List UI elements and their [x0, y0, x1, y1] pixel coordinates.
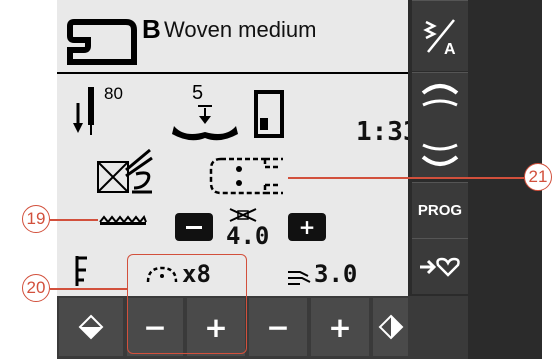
- stitch-length: 3.0: [314, 260, 358, 288]
- arrow-heart-icon: [420, 257, 460, 277]
- plus-icon: +: [298, 215, 316, 239]
- balance-icon: [98, 211, 148, 225]
- prog-button[interactable]: PROG: [412, 182, 468, 238]
- presser-foot-pressure-icon: [170, 104, 240, 142]
- callout-19: 19: [22, 205, 50, 233]
- width-minus-button[interactable]: [175, 213, 213, 241]
- highlight-box: [127, 254, 247, 354]
- header-divider: [57, 72, 409, 74]
- favorite-button[interactable]: [412, 238, 468, 294]
- tieoff-end-button[interactable]: [373, 298, 408, 356]
- alphabet-icon: A: [423, 19, 456, 56]
- fabric-label: Woven medium: [164, 17, 317, 42]
- callout-21: 21: [524, 163, 552, 191]
- cutter-off-icon: [96, 146, 158, 198]
- stitch-width-value: 4.0: [226, 222, 270, 250]
- length-plus-button[interactable]: +: [311, 298, 369, 356]
- svg-text:A: A: [444, 41, 456, 56]
- minus-icon: [186, 225, 202, 229]
- tieoff-start-button[interactable]: [59, 298, 123, 356]
- tieoff-end-icon: [378, 314, 403, 340]
- scroll-arrows-button[interactable]: [412, 72, 468, 177]
- stitch-width-icon: [228, 207, 258, 223]
- presser-foot-pressure: 5: [192, 82, 204, 104]
- callout-20-line: [50, 288, 128, 290]
- stitch-symbol-icon: [207, 153, 287, 199]
- needle-size: 80: [104, 84, 123, 103]
- length-minus-button[interactable]: −: [249, 298, 307, 356]
- prog-label: PROG: [417, 202, 463, 219]
- needle-icon: [72, 85, 104, 137]
- sewing-machine-icon: [66, 12, 140, 70]
- callout-20: 20: [22, 274, 50, 302]
- minus-label: −: [266, 310, 290, 344]
- callout-21-line: [288, 177, 524, 179]
- callout-19-line: [50, 219, 98, 221]
- presser-foot-icon: [252, 88, 286, 140]
- stitch-length-icon: [286, 268, 312, 286]
- thread-tension-icon: [74, 254, 90, 288]
- stitch-letter: B: [142, 14, 161, 44]
- plus-label: +: [328, 310, 352, 344]
- up-down-arrows-icon: [421, 84, 459, 166]
- tieoff-start-icon: [78, 314, 104, 340]
- width-plus-button[interactable]: +: [288, 213, 326, 241]
- alphabet-button[interactable]: A: [412, 0, 468, 71]
